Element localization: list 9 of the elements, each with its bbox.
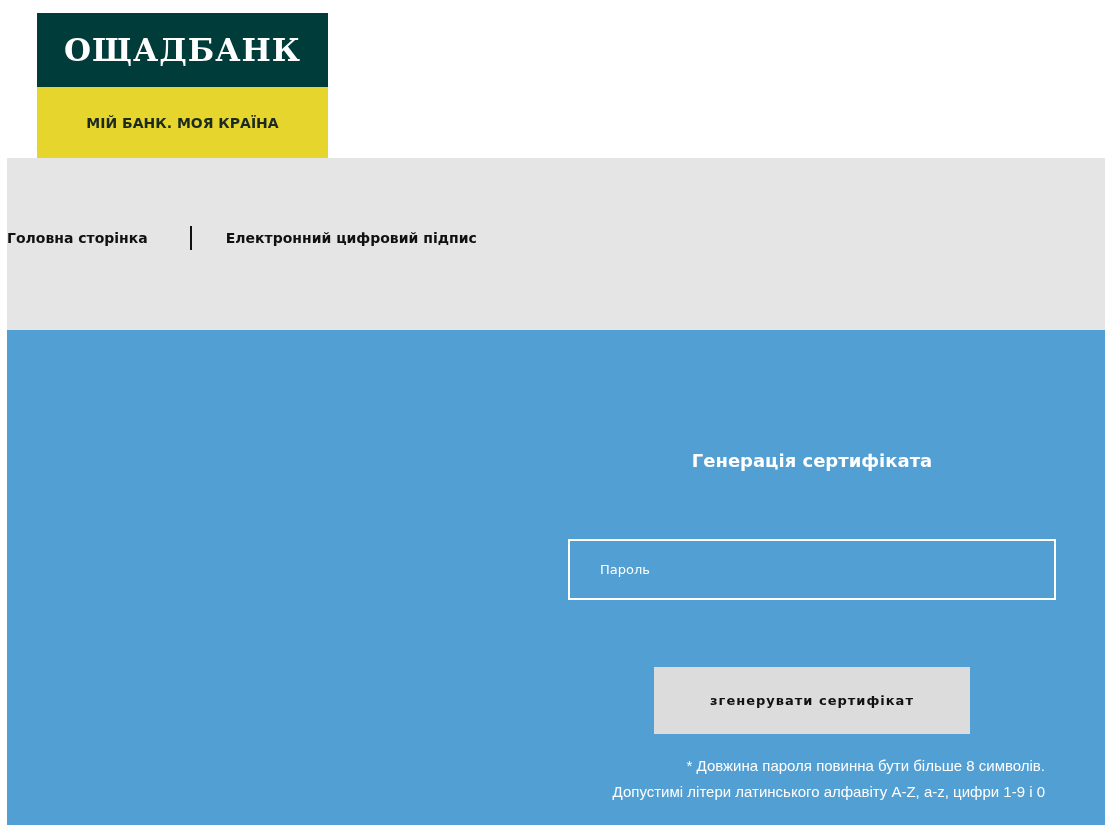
logo-wordmark: ОЩАДБАНК [63,32,302,68]
password-hint: * Довжина пароля повинна бути більше 8 символів. [686,757,1045,774]
form-title: Генерація сертифіката [691,450,933,471]
password-hint: Допустимі літери латинського алфавіту A-Z, a-z, цифри 1-9 і 0 [612,783,1045,800]
nav-link[interactable]: Електронний цифровий підпис [225,230,477,246]
generate-button[interactable]: згенерувати сертифікат [654,667,970,734]
logo-slogan: МІЙ БАНК. МОЯ КРАЇНА [86,114,279,131]
nav-link[interactable]: Головна сторінка [7,230,148,246]
password-field[interactable]: Пароль [568,539,1056,600]
